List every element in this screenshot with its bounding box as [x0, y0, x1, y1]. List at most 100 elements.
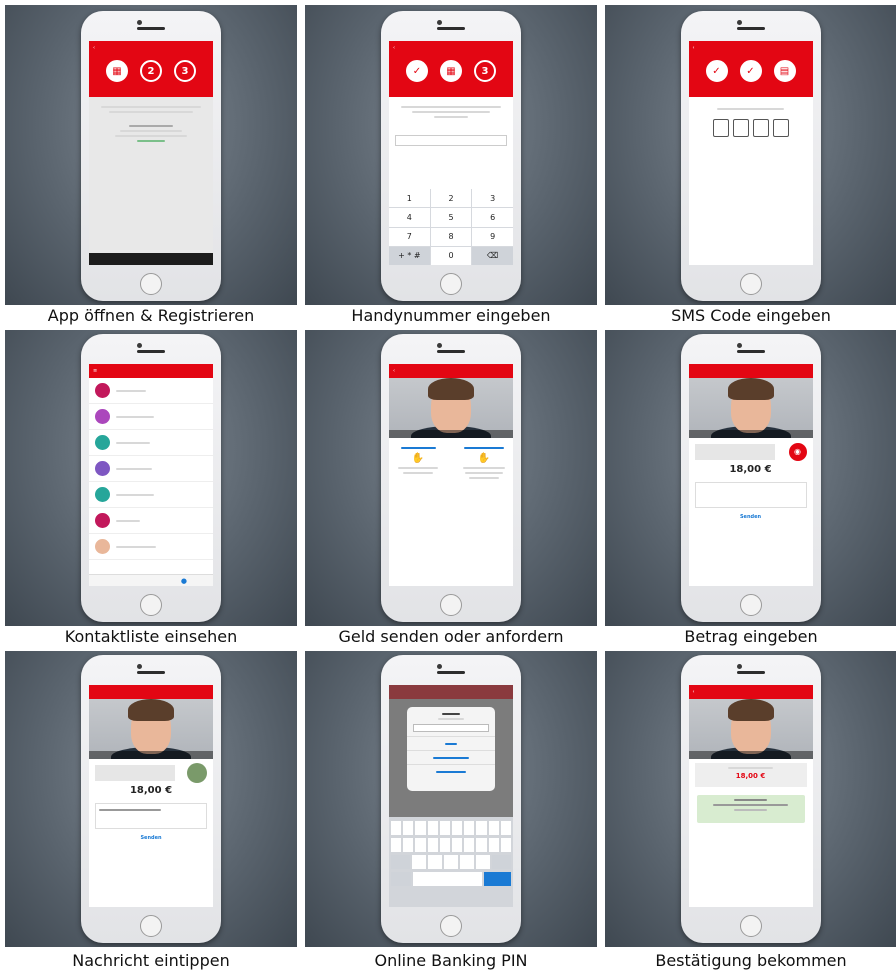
- home-button[interactable]: [739, 594, 762, 616]
- step-3: 3: [474, 60, 496, 82]
- caption-register: App öffnen & Registrieren: [47, 306, 255, 325]
- home-button[interactable]: [440, 273, 462, 295]
- home-button[interactable]: [440, 915, 462, 937]
- key-4[interactable]: 4: [389, 208, 430, 227]
- send-money-icon: ✋: [411, 453, 425, 464]
- list-item[interactable]: [89, 482, 213, 508]
- numeric-keypad: 1 2 3 4 5 6 7 8 9 + * # 0 ⌫: [389, 189, 513, 265]
- pin-input[interactable]: [413, 724, 489, 732]
- step-1: ▦: [106, 60, 128, 82]
- continue-bar[interactable]: [89, 253, 213, 265]
- tile-sms-code: ‹ ✓ ✓ ▤: [605, 5, 896, 305]
- send-money-option[interactable]: ✋: [393, 444, 443, 477]
- phone-number-input[interactable]: [395, 135, 507, 146]
- step-2: ▦: [440, 60, 462, 82]
- nav-bar: [89, 685, 213, 699]
- tile-contacts: ≡ ●: [5, 330, 297, 626]
- account-box: [95, 765, 175, 781]
- done-key[interactable]: [483, 872, 511, 886]
- send-button[interactable]: Senden: [89, 835, 213, 841]
- step-2: 2: [140, 60, 162, 82]
- key-backspace[interactable]: ⌫: [472, 246, 513, 265]
- tile-confirmation: ‹ 18,00 €: [605, 651, 896, 947]
- sent-message-bubble: [696, 795, 805, 823]
- caption-send-or-request: Geld senden oder anfordern: [338, 627, 564, 646]
- nav-bar: [688, 364, 813, 378]
- caption-sms-code: SMS Code eingeben: [671, 306, 831, 325]
- key-0[interactable]: 0: [430, 246, 472, 265]
- key-1[interactable]: 1: [389, 189, 430, 208]
- pin-dialog: [407, 707, 495, 791]
- list-item[interactable]: [89, 508, 213, 534]
- key-7[interactable]: 7: [389, 227, 430, 246]
- contact-photo: [89, 699, 213, 759]
- phone-frame: ‹ ✋ ✋: [381, 334, 521, 622]
- nav-bar: ‹: [688, 685, 813, 699]
- sent-amount: 18,00 €: [735, 772, 766, 780]
- nav-bar: [389, 685, 513, 699]
- keyboard[interactable]: [389, 817, 513, 907]
- request-money-option[interactable]: ✋: [459, 444, 509, 482]
- list-item[interactable]: [89, 430, 213, 456]
- key-9[interactable]: 9: [472, 227, 513, 246]
- nav-bar: ‹: [89, 41, 213, 55]
- home-button[interactable]: [440, 594, 462, 616]
- nav-bar: ‹: [389, 41, 513, 55]
- tile-online-banking-pin: [305, 651, 597, 947]
- step-2: ✓: [739, 60, 762, 82]
- key-5[interactable]: 5: [430, 208, 472, 227]
- key-3[interactable]: 3: [472, 189, 513, 208]
- tile-register: ‹ ▦ 2 3: [5, 5, 297, 305]
- transaction-summary: 18,00 €: [694, 763, 807, 787]
- contact-photo: [688, 699, 813, 759]
- contact-list[interactable]: [89, 378, 213, 560]
- amount-value[interactable]: 18,00 €: [89, 785, 213, 796]
- step-3: 3: [174, 60, 196, 82]
- phone-frame: ≡ ●: [81, 334, 221, 622]
- amount-value[interactable]: 18,00 €: [689, 464, 813, 475]
- list-item[interactable]: [89, 404, 213, 430]
- send-button[interactable]: Senden: [689, 514, 813, 520]
- step-1: ✓: [705, 60, 728, 82]
- gift-sticker-icon: [187, 763, 207, 783]
- nav-bar: ‹: [389, 364, 513, 378]
- caption-phone-number: Handynummer eingeben: [351, 306, 551, 325]
- message-input[interactable]: [694, 482, 807, 508]
- key-6[interactable]: 6: [472, 208, 513, 227]
- tile-enter-amount: ◉ 18,00 € Senden: [605, 330, 896, 626]
- caption-enter-amount: Betrag eingeben: [684, 627, 818, 646]
- nav-bar: ‹: [688, 41, 813, 55]
- list-item[interactable]: [89, 456, 213, 482]
- home-button[interactable]: [140, 273, 162, 295]
- home-button[interactable]: [739, 915, 762, 937]
- home-button[interactable]: [739, 273, 762, 295]
- contact-photo: [389, 378, 513, 438]
- key-2[interactable]: 2: [430, 189, 472, 208]
- list-item[interactable]: [89, 534, 213, 560]
- camera-icon[interactable]: ◉: [788, 443, 807, 461]
- caption-confirmation: Bestätigung bekommen: [655, 951, 847, 970]
- phone-frame: [381, 655, 521, 943]
- tile-type-message: 18,00 € Senden: [5, 651, 297, 947]
- registration-steps: ✓ ✓ ▤: [689, 60, 813, 82]
- ok-button[interactable]: [407, 736, 495, 750]
- key-8[interactable]: 8: [430, 227, 472, 246]
- phone-frame: ◉ 18,00 € Senden: [680, 334, 821, 622]
- save-pin-button[interactable]: [407, 750, 495, 764]
- home-button[interactable]: [140, 915, 162, 937]
- home-button[interactable]: [140, 594, 162, 616]
- step-3: ▤: [773, 60, 796, 82]
- request-money-icon: ✋: [477, 453, 491, 464]
- message-input[interactable]: [95, 803, 207, 829]
- key-symbols[interactable]: + * #: [389, 246, 430, 265]
- registration-steps: ▦ 2 3: [89, 60, 213, 82]
- contacts-tab-icon[interactable]: ●: [181, 577, 187, 585]
- tile-send-or-request: ‹ ✋ ✋: [305, 330, 597, 626]
- registration-steps: ✓ ▦ 3: [389, 60, 513, 82]
- phone-frame: ‹ ✓ ▦ 3 1 2 3 4 5 6 7 8 9 + * # 0 ⌫: [381, 11, 521, 301]
- sms-code-inputs[interactable]: [689, 119, 813, 141]
- tab-bar[interactable]: ●: [89, 574, 213, 586]
- account-box: [694, 444, 775, 460]
- list-item[interactable]: [89, 378, 213, 404]
- cancel-button[interactable]: [407, 764, 495, 778]
